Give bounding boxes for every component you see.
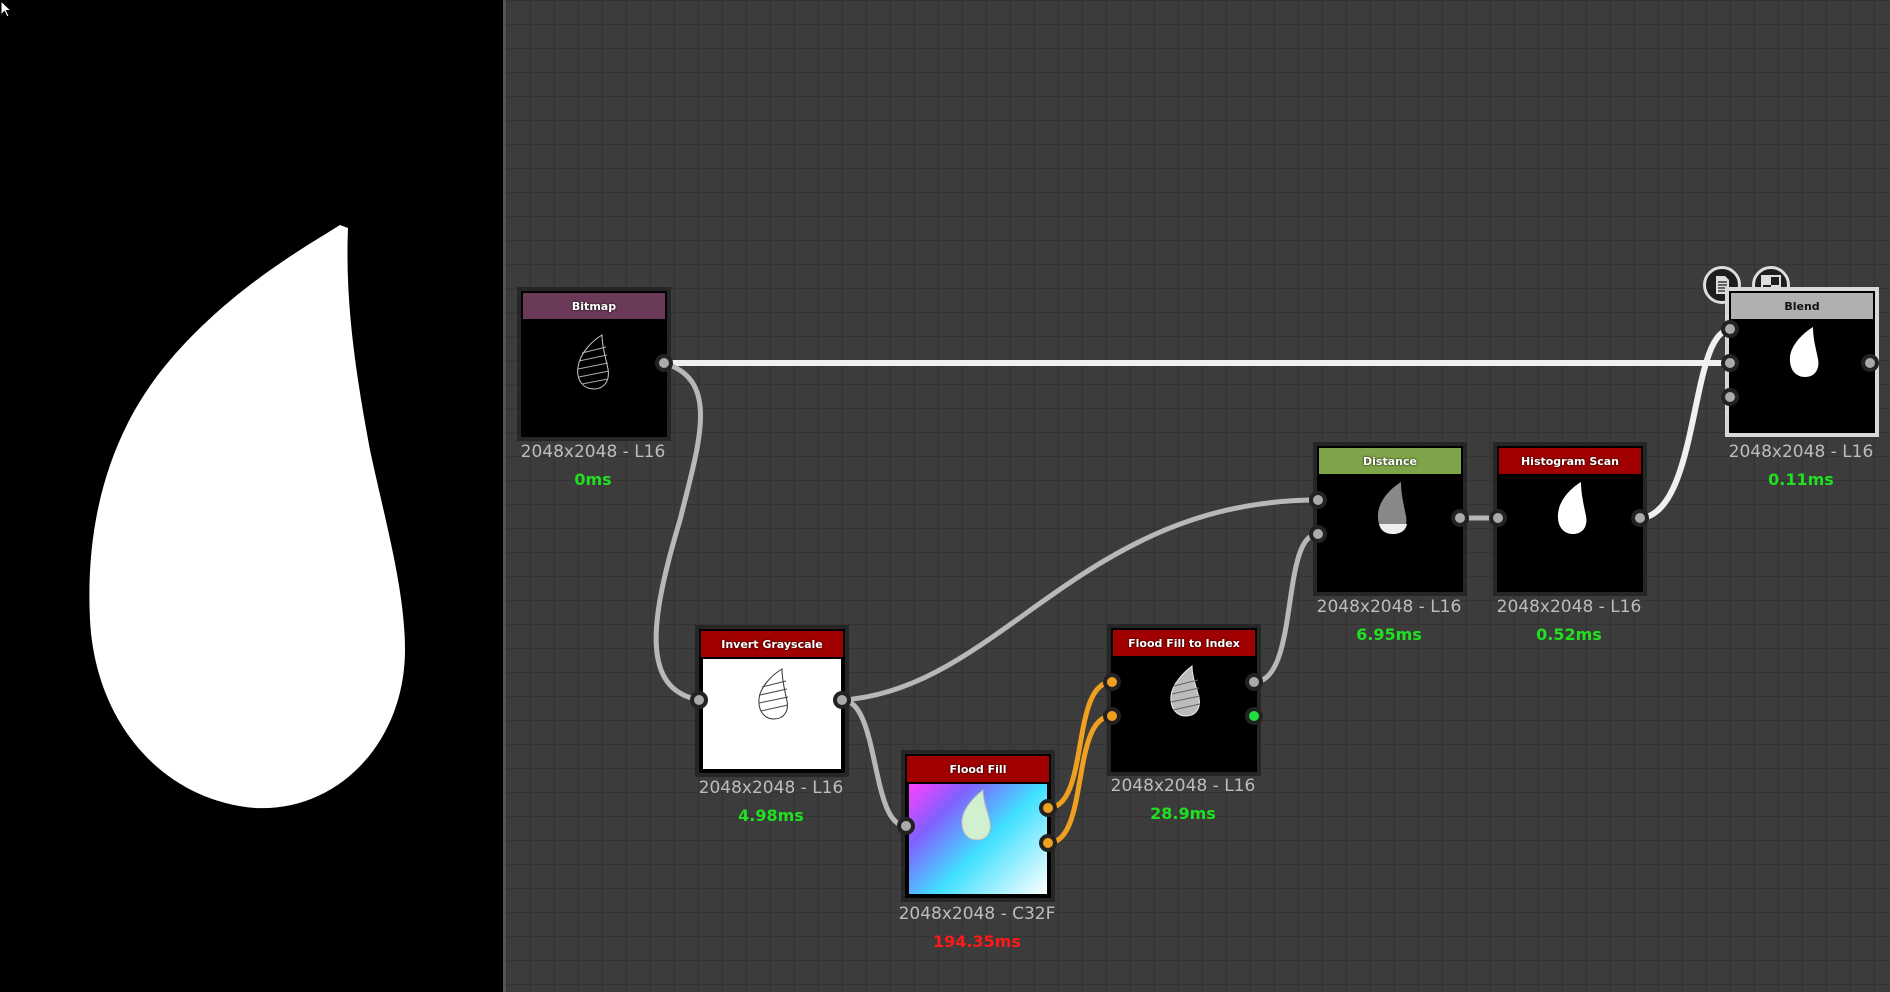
output-port[interactable] [1631, 509, 1649, 527]
output-port[interactable] [1245, 673, 1263, 691]
node-dimensions: 2048x2048 - L16 [1728, 442, 1874, 462]
node-timing: 28.9ms [1150, 804, 1216, 823]
node-title: Flood Fill [907, 756, 1049, 782]
output-port[interactable] [1039, 799, 1057, 817]
input-port[interactable] [897, 817, 915, 835]
output-port[interactable] [1861, 354, 1879, 372]
node-thumbnail [577, 334, 610, 390]
node-dimensions: 2048x2048 - L16 [1496, 597, 1642, 617]
preview-viewport[interactable] [0, 0, 503, 992]
node-timing: 194.35ms [933, 932, 1021, 951]
node-dimensions: 2048x2048 - L16 [520, 442, 666, 462]
node-timing: 0.11ms [1768, 470, 1834, 489]
node-title: Histogram Scan [1499, 448, 1641, 474]
node-timing: 0.52ms [1536, 625, 1602, 644]
input-port[interactable] [1103, 707, 1121, 725]
node-timing: 0ms [574, 470, 612, 489]
output-port[interactable] [833, 691, 851, 709]
input-port[interactable] [1489, 509, 1507, 527]
node-thumbnail [1557, 482, 1587, 534]
node-title: Bitmap [523, 293, 665, 319]
cursor-arrow-icon [0, 0, 13, 18]
node-flood-fill-to-index[interactable]: Flood Fill to Index [1107, 624, 1261, 776]
node-thumbnail [1377, 482, 1407, 534]
output-port[interactable] [1451, 509, 1469, 527]
input-port[interactable] [1721, 354, 1739, 372]
node-dimensions: 2048x2048 - L16 [1110, 776, 1256, 796]
output-port[interactable] [1245, 707, 1263, 725]
node-distance[interactable]: Distance [1313, 442, 1467, 596]
node-title: Invert Grayscale [701, 631, 843, 657]
node-timing: 6.95ms [1356, 625, 1422, 644]
node-graph-canvas[interactable] [506, 0, 1890, 992]
node-dimensions: 2048x2048 - C32F [898, 904, 1056, 924]
input-port[interactable] [1721, 320, 1739, 338]
node-title: Distance [1319, 448, 1461, 474]
node-flood-fill[interactable]: Flood Fill [901, 750, 1055, 902]
node-title: Blend [1731, 293, 1873, 319]
node-timing: 4.98ms [738, 806, 804, 825]
drop-shape-preview [89, 225, 405, 809]
output-port[interactable] [655, 354, 673, 372]
node-thumbnail [1170, 665, 1201, 717]
input-port[interactable] [690, 691, 708, 709]
node-thumbnail [961, 789, 991, 841]
node-invert-grayscale[interactable]: Invert Grayscale [695, 625, 849, 777]
node-histogram-scan[interactable]: Histogram Scan [1493, 442, 1647, 596]
output-port[interactable] [1039, 834, 1057, 852]
node-blend[interactable]: Blend [1725, 287, 1879, 437]
node-thumbnail [758, 668, 789, 720]
input-port[interactable] [1309, 491, 1327, 509]
input-port[interactable] [1721, 388, 1739, 406]
node-thumbnail [1789, 327, 1819, 377]
node-dimensions: 2048x2048 - L16 [1316, 597, 1462, 617]
input-port[interactable] [1309, 525, 1327, 543]
node-title: Flood Fill to Index [1113, 630, 1255, 656]
node-dimensions: 2048x2048 - L16 [698, 778, 844, 798]
input-port[interactable] [1103, 673, 1121, 691]
node-bitmap[interactable]: Bitmap [517, 287, 671, 441]
